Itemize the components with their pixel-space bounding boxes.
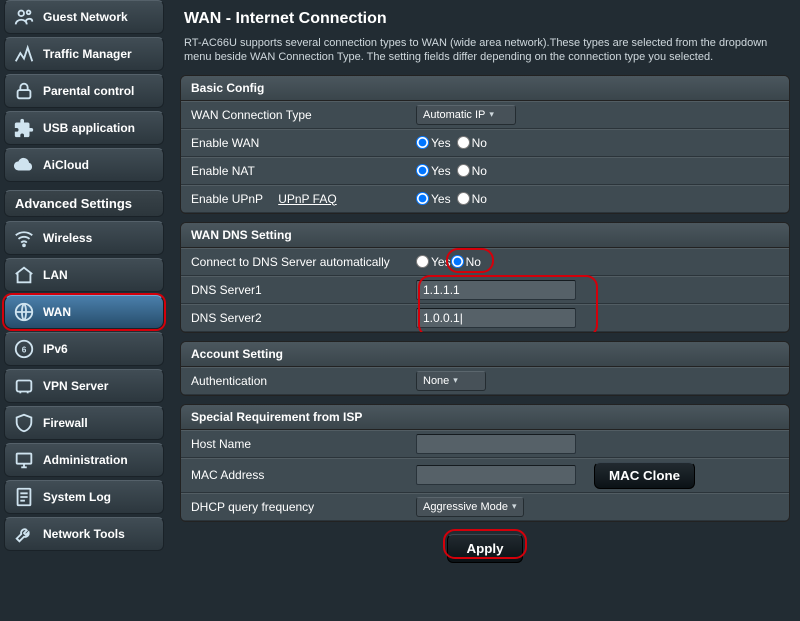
dns-auto-no[interactable]	[451, 255, 464, 268]
hostname-input[interactable]	[416, 434, 576, 454]
enable-upnp-no[interactable]	[457, 192, 470, 205]
page-description: RT-AC66U supports several connection typ…	[184, 36, 786, 65]
puzzle-icon	[13, 117, 35, 139]
sidebar-item-guest-network[interactable]: Guest Network	[4, 0, 164, 34]
tools-icon	[13, 523, 35, 545]
panel-basic-config: Basic Config WAN Connection Type Automat…	[180, 75, 790, 214]
sidebar-item-label: Guest Network	[43, 10, 128, 24]
panel-header: Account Setting	[181, 342, 789, 367]
sidebar-item-traffic-manager[interactable]: Traffic Manager	[4, 37, 164, 71]
main-content: WAN - Internet Connection RT-AC66U suppo…	[168, 0, 800, 621]
sidebar-item-wireless[interactable]: Wireless	[4, 221, 164, 255]
dhcp-freq-select[interactable]: Aggressive Mode	[416, 497, 524, 517]
sidebar-item-label: USB application	[43, 121, 135, 135]
sidebar-item-label: WAN	[43, 305, 71, 319]
sidebar-item-label: Traffic Manager	[43, 47, 132, 61]
sidebar-item-lan[interactable]: LAN	[4, 258, 164, 292]
globe-icon	[13, 301, 35, 323]
enable-nat-no[interactable]	[457, 164, 470, 177]
panel-header: WAN DNS Setting	[181, 223, 789, 248]
sidebar-item-label: Firewall	[43, 416, 88, 430]
panel-isp: Special Requirement from ISP Host Name M…	[180, 404, 790, 522]
admin-icon	[13, 449, 35, 471]
sidebar-item-usb-application[interactable]: USB application	[4, 111, 164, 145]
mac-clone-button[interactable]: MAC Clone	[594, 462, 695, 489]
panel-account-setting: Account Setting Authentication None	[180, 341, 790, 396]
ipv6-icon: 6	[13, 338, 35, 360]
sidebar-item-network-tools[interactable]: Network Tools	[4, 517, 164, 551]
panel-wan-dns: WAN DNS Setting Connect to DNS Server au…	[180, 222, 790, 333]
home-icon	[13, 264, 35, 286]
sidebar-item-aicloud[interactable]: AiCloud	[4, 148, 164, 182]
label-hostname: Host Name	[191, 437, 416, 451]
traffic-icon	[13, 43, 35, 65]
sidebar-item-ipv6[interactable]: 6 IPv6	[4, 332, 164, 366]
label-enable-upnp: Enable UPnP UPnP FAQ	[191, 192, 416, 206]
label-enable-nat: Enable NAT	[191, 164, 416, 178]
mac-input[interactable]	[416, 465, 576, 485]
enable-upnp-yes[interactable]	[416, 192, 429, 205]
sidebar-item-label: System Log	[43, 490, 111, 504]
sidebar: Guest Network Traffic Manager Parental c…	[0, 0, 168, 621]
shield-icon	[13, 412, 35, 434]
label-auth: Authentication	[191, 374, 416, 388]
enable-wan-no[interactable]	[457, 136, 470, 149]
panel-header: Basic Config	[181, 76, 789, 101]
enable-nat-yes[interactable]	[416, 164, 429, 177]
wifi-icon	[13, 227, 35, 249]
enable-wan-yes[interactable]	[416, 136, 429, 149]
sidebar-item-label: AiCloud	[43, 158, 89, 172]
vpn-icon	[13, 375, 35, 397]
label-wan-type: WAN Connection Type	[191, 108, 416, 122]
panel-header: Special Requirement from ISP	[181, 405, 789, 430]
dns-auto-yes[interactable]	[416, 255, 429, 268]
sidebar-item-administration[interactable]: Administration	[4, 443, 164, 477]
wan-type-select[interactable]: Automatic IP	[416, 105, 516, 125]
label-dns2: DNS Server2	[191, 311, 416, 325]
sidebar-item-label: Wireless	[43, 231, 92, 245]
page-title: WAN - Internet Connection	[184, 10, 790, 28]
guest-network-icon	[13, 6, 35, 28]
lock-icon	[13, 80, 35, 102]
sidebar-section-advanced: Advanced Settings	[4, 190, 164, 217]
label-mac: MAC Address	[191, 468, 416, 482]
log-icon	[13, 486, 35, 508]
sidebar-item-firewall[interactable]: Firewall	[4, 406, 164, 440]
sidebar-item-vpn-server[interactable]: VPN Server	[4, 369, 164, 403]
auth-select[interactable]: None	[416, 371, 486, 391]
sidebar-item-parental-control[interactable]: Parental control	[4, 74, 164, 108]
dns2-input[interactable]	[416, 308, 576, 328]
sidebar-item-label: LAN	[43, 268, 68, 282]
sidebar-item-label: Parental control	[43, 84, 134, 98]
dns1-input[interactable]	[416, 280, 576, 300]
cloud-icon	[13, 154, 35, 176]
sidebar-item-wan[interactable]: WAN	[4, 295, 164, 329]
sidebar-item-label: Administration	[43, 453, 128, 467]
sidebar-item-label: IPv6	[43, 342, 68, 356]
label-dns1: DNS Server1	[191, 283, 416, 297]
svg-text:6: 6	[22, 346, 27, 355]
sidebar-item-system-log[interactable]: System Log	[4, 480, 164, 514]
apply-button[interactable]: Apply	[447, 534, 522, 563]
sidebar-item-label: VPN Server	[43, 379, 108, 393]
upnp-faq-link[interactable]: UPnP FAQ	[278, 192, 336, 206]
label-dns-auto: Connect to DNS Server automatically	[191, 255, 416, 269]
label-enable-wan: Enable WAN	[191, 136, 416, 150]
sidebar-item-label: Network Tools	[43, 527, 125, 541]
label-dhcp-freq: DHCP query frequency	[191, 500, 416, 514]
